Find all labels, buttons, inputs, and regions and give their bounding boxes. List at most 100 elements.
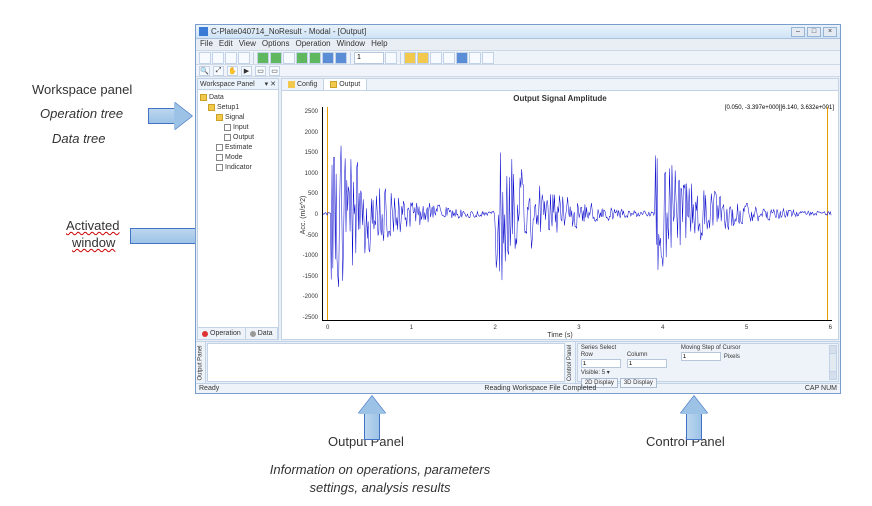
tree-data[interactable]: Data — [200, 92, 276, 102]
workspace-head-label: Workspace Panel — [200, 81, 255, 88]
menu-file[interactable]: File — [200, 39, 213, 50]
tb-play2-icon[interactable] — [309, 52, 321, 64]
tb-new-icon[interactable] — [199, 52, 211, 64]
tb-step-icon[interactable] — [322, 52, 334, 64]
tb2-rect2-icon[interactable]: ▭ — [269, 66, 280, 76]
menu-view[interactable]: View — [239, 39, 256, 50]
tb-e-icon[interactable] — [456, 52, 468, 64]
tb-f-icon[interactable] — [469, 52, 481, 64]
workspace-tree: Data Setup1 Signal Input Output Estimate… — [198, 90, 278, 327]
output-panel[interactable] — [207, 343, 565, 382]
cp-visible[interactable]: Visible: 5 ▾ — [581, 369, 667, 376]
cp-row-input[interactable] — [581, 359, 621, 368]
cp-pixels: Pixels — [724, 354, 740, 360]
tb-spin-icon[interactable] — [385, 52, 397, 64]
main-area: Config Output Output Signal Amplitude [0… — [281, 78, 839, 340]
tb2-hand-icon[interactable]: ✋ — [227, 66, 238, 76]
tree-input[interactable]: Input — [224, 122, 276, 132]
tb-open-icon[interactable] — [212, 52, 224, 64]
main-tabs: Config Output — [282, 79, 838, 91]
tb2-rect-icon[interactable]: ▭ — [255, 66, 266, 76]
status-mid: Reading Workspace File Completed — [484, 385, 596, 392]
tb-run-icon[interactable] — [257, 52, 269, 64]
tb-d-icon[interactable] — [443, 52, 455, 64]
tree-indicator[interactable]: Indicator — [216, 162, 276, 172]
menu-operation[interactable]: Operation — [295, 39, 330, 50]
cp-col-input[interactable] — [627, 359, 667, 368]
tb-c-icon[interactable] — [430, 52, 442, 64]
tree-estimate[interactable]: Estimate — [216, 142, 276, 152]
main-tab-output[interactable]: Output — [324, 79, 367, 90]
app-icon — [199, 27, 208, 36]
operation-dot-icon — [202, 331, 208, 337]
tb-input[interactable] — [354, 52, 384, 64]
cp-scrollbar[interactable] — [829, 345, 837, 380]
menu-edit[interactable]: Edit — [219, 39, 233, 50]
cp-row-label: Row — [581, 352, 621, 358]
ann-activated: Activated — [66, 218, 119, 233]
chart-title: Output Signal Amplitude — [282, 94, 838, 103]
workspace-tabs: Operation Data — [198, 327, 278, 339]
menubar: File Edit View Options Operation Window … — [196, 39, 840, 51]
tb2-right-icon[interactable]: ▶ — [241, 66, 252, 76]
tab-operation[interactable]: Operation — [198, 328, 246, 339]
toolbar-secondary: 🔍 ⤢ ✋ ▶ ▭ ▭ — [196, 65, 840, 77]
bottom-panels: Output Panel Control Panel Series Select… — [196, 341, 840, 383]
chart-area[interactable]: Output Signal Amplitude [0.050, -3.397e+… — [282, 91, 838, 339]
cp-col-label: Column — [627, 352, 667, 358]
app-window: C-Plate040714_NoResult - Modal - [Output… — [195, 24, 841, 394]
tree-mode[interactable]: Mode — [216, 152, 276, 162]
output-panel-label: Output Panel — [196, 342, 206, 383]
tree-setup[interactable]: Setup1 — [208, 102, 276, 112]
tab-data[interactable]: Data — [246, 328, 278, 339]
data-dot-icon — [250, 331, 256, 337]
workspace-panel: Workspace Panel ▾ ✕ Data Setup1 Signal I… — [197, 78, 279, 340]
config-tab-icon — [288, 81, 295, 88]
output-tab-icon — [330, 81, 337, 88]
ann-operation-tree: Operation tree — [40, 106, 123, 121]
menu-window[interactable]: Window — [337, 39, 365, 50]
chart-xlabel: Time (s) — [282, 332, 838, 339]
main-tab-config[interactable]: Config — [282, 79, 324, 90]
tb-b-icon[interactable] — [417, 52, 429, 64]
control-panel-label: Control Panel — [566, 342, 576, 383]
control-panel: Series Select Row Column Visible: 5 ▾ Mo… — [577, 343, 839, 382]
tb-run2-icon[interactable] — [270, 52, 282, 64]
tb-print-icon[interactable] — [238, 52, 250, 64]
arrow-control-panel — [680, 396, 708, 440]
signal-plot — [323, 107, 832, 320]
titlebar: C-Plate040714_NoResult - Modal - [Output… — [196, 25, 840, 39]
ann-info-1: Information on operations, parameters — [240, 462, 520, 477]
plot-box[interactable] — [322, 107, 832, 321]
menu-options[interactable]: Options — [262, 39, 290, 50]
status-left: Ready — [199, 385, 219, 392]
ann-info-2: settings, analysis results — [240, 480, 520, 495]
tb2-zoom-icon[interactable]: 🔍 — [199, 66, 210, 76]
toolbar — [196, 51, 840, 65]
workspace-head: Workspace Panel ▾ ✕ — [198, 79, 278, 90]
ann-activated-2: window — [72, 235, 115, 250]
ann-workspace-panel: Workspace panel — [32, 82, 132, 97]
tb-save-icon[interactable] — [225, 52, 237, 64]
tree-signal[interactable]: Signal — [216, 112, 276, 122]
window-title: C-Plate040714_NoResult - Modal - [Output… — [211, 27, 366, 36]
close-button[interactable]: × — [823, 27, 837, 37]
cp-series-select: Series Select — [581, 345, 667, 351]
minimize-button[interactable]: – — [791, 27, 805, 37]
cp-moving-input[interactable] — [681, 352, 721, 361]
tb-stop-icon[interactable] — [283, 52, 295, 64]
tree-output[interactable]: Output — [224, 132, 276, 142]
workspace-head-buttons[interactable]: ▾ ✕ — [265, 80, 276, 88]
chart-yticks: 250020001500 10005000 -500-1000-1500 -20… — [294, 109, 318, 321]
menu-help[interactable]: Help — [371, 39, 387, 50]
tb-a-icon[interactable] — [404, 52, 416, 64]
tb-step2-icon[interactable] — [335, 52, 347, 64]
tb-g-icon[interactable] — [482, 52, 494, 64]
arrow-operation-tree — [148, 102, 192, 130]
maximize-button[interactable]: □ — [807, 27, 821, 37]
arrow-output-panel — [358, 396, 386, 440]
cp-moving-label: Moving Step of Cursor — [681, 345, 741, 351]
btn-3d-display[interactable]: 3D Display — [620, 378, 657, 388]
tb-play-icon[interactable] — [296, 52, 308, 64]
tb2-zoomout-icon[interactable]: ⤢ — [213, 66, 224, 76]
